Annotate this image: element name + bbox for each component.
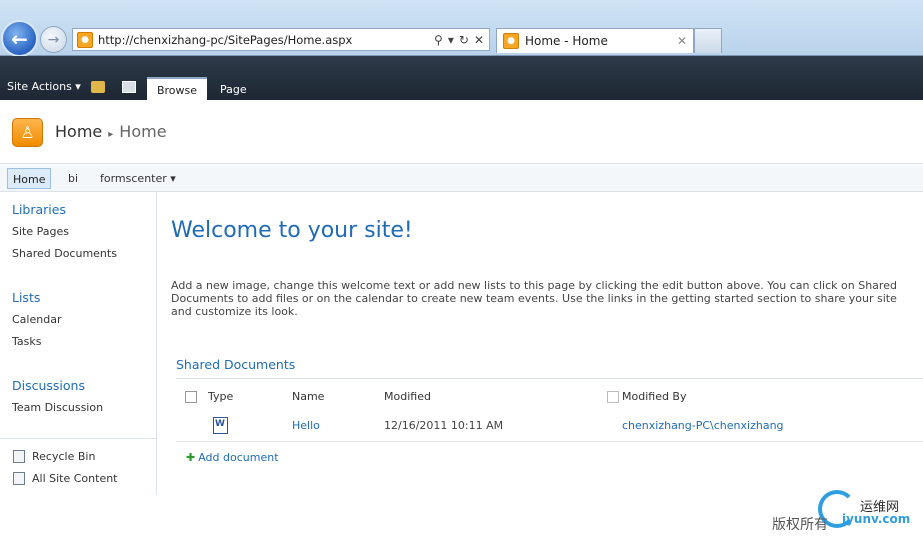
chevron-down-icon: ▾: [75, 80, 81, 93]
back-arrow-icon[interactable]: ←: [1, 20, 38, 57]
quick-launch: Libraries Site Pages Shared Documents Li…: [0, 192, 157, 495]
tab-page[interactable]: Page: [220, 83, 247, 96]
new-tab-button[interactable]: [694, 28, 722, 53]
column-header-modified[interactable]: Modified: [384, 390, 431, 403]
browser-chrome: ← → ● http://chenxizhang-pc/SitePages/Ho…: [0, 0, 923, 57]
edit-page-icon[interactable]: [122, 81, 136, 93]
intro-line: and customize its look.: [171, 305, 298, 319]
word-document-icon[interactable]: [213, 417, 228, 434]
sharepoint-favicon-icon: ●: [503, 33, 519, 49]
ql-item-tasks[interactable]: Tasks: [12, 335, 41, 348]
intro-line: Documents to add files or on the calenda…: [171, 292, 897, 306]
column-header-type[interactable]: Type: [208, 390, 233, 403]
watermark-text: 版权所有: [772, 517, 828, 533]
breadcrumb: Home ▸ Home: [55, 122, 167, 141]
web-part-title[interactable]: Shared Documents: [176, 357, 295, 372]
page-title: Home: [119, 122, 167, 141]
address-bar[interactable]: ● http://chenxizhang-pc/SitePages/Home.a…: [72, 28, 490, 51]
title-area: ♙ Home ▸ Home: [0, 100, 923, 164]
topnav-item-label: formscenter: [100, 172, 167, 185]
column-header-name[interactable]: Name: [292, 390, 324, 403]
document-modified: 12/16/2011 10:11 AM: [384, 419, 504, 432]
watermark-url: iyunv.com: [842, 512, 911, 526]
add-icon: ✚: [186, 451, 196, 464]
sharepoint-favicon-icon: ●: [77, 31, 93, 48]
dropdown-icon[interactable]: ▾: [448, 33, 454, 47]
welcome-heading: Welcome to your site!: [171, 218, 413, 243]
tab-close-icon[interactable]: ✕: [677, 34, 687, 48]
add-document-label: Add document: [198, 451, 279, 464]
top-navigation: Home bi formscenter ▾: [0, 165, 923, 192]
ql-item-all-site-content[interactable]: All Site Content: [32, 472, 118, 485]
column-filter-checkbox[interactable]: [607, 391, 619, 403]
site-actions-menu[interactable]: Site Actions ▾: [7, 80, 81, 93]
row-divider: [176, 441, 923, 442]
ribbon: Site Actions ▾ Browse Page: [0, 56, 923, 100]
close-icon[interactable]: ✕: [474, 33, 484, 47]
site-title-link[interactable]: Home: [55, 122, 102, 141]
chevron-down-icon: ▾: [170, 172, 176, 185]
intro-text: Add a new image, change this welcome tex…: [171, 279, 923, 319]
ql-item-site-pages[interactable]: Site Pages: [12, 225, 69, 238]
topnav-item-bi[interactable]: bi: [63, 168, 83, 189]
refresh-icon[interactable]: ↻: [459, 33, 469, 47]
forward-arrow-icon[interactable]: →: [40, 26, 67, 53]
address-url[interactable]: http://chenxizhang-pc/SitePages/Home.asp…: [98, 33, 434, 47]
site-actions-label: Site Actions: [7, 80, 72, 93]
ql-divider: [0, 438, 156, 439]
topnav-item-formscenter[interactable]: formscenter ▾: [95, 168, 181, 189]
ql-item-team-discussion[interactable]: Team Discussion: [12, 401, 103, 414]
web-part-divider: [176, 378, 923, 379]
column-header-modified-by[interactable]: Modified By: [622, 390, 687, 403]
search-icon[interactable]: ⚲: [434, 33, 443, 47]
ql-heading-lists[interactable]: Lists: [12, 290, 40, 305]
document-modified-by-link[interactable]: chenxizhang-PC\chenxizhang: [622, 419, 784, 432]
ql-heading-discussions[interactable]: Discussions: [12, 378, 85, 393]
tab-browse[interactable]: Browse: [147, 77, 207, 100]
add-document-link[interactable]: ✚ Add document: [186, 451, 279, 464]
ql-heading-libraries[interactable]: Libraries: [12, 202, 66, 217]
breadcrumb-separator-icon: ▸: [108, 129, 114, 140]
recycle-bin-icon: [13, 450, 25, 463]
intro-line: Add a new image, change this welcome tex…: [171, 279, 897, 292]
tab-title: Home - Home: [525, 34, 608, 48]
ql-item-shared-documents[interactable]: Shared Documents: [12, 247, 117, 260]
navigate-up-icon[interactable]: [91, 81, 105, 93]
topnav-item-home[interactable]: Home: [7, 168, 52, 189]
site-logo-icon[interactable]: ♙: [12, 118, 43, 147]
all-site-content-icon: [13, 472, 25, 485]
browser-tab-home[interactable]: ● Home - Home ✕: [496, 28, 694, 53]
select-all-checkbox[interactable]: [185, 391, 197, 403]
ql-item-recycle-bin[interactable]: Recycle Bin: [32, 450, 95, 463]
ql-item-calendar[interactable]: Calendar: [12, 313, 61, 326]
document-name-link[interactable]: Hello: [292, 419, 320, 432]
